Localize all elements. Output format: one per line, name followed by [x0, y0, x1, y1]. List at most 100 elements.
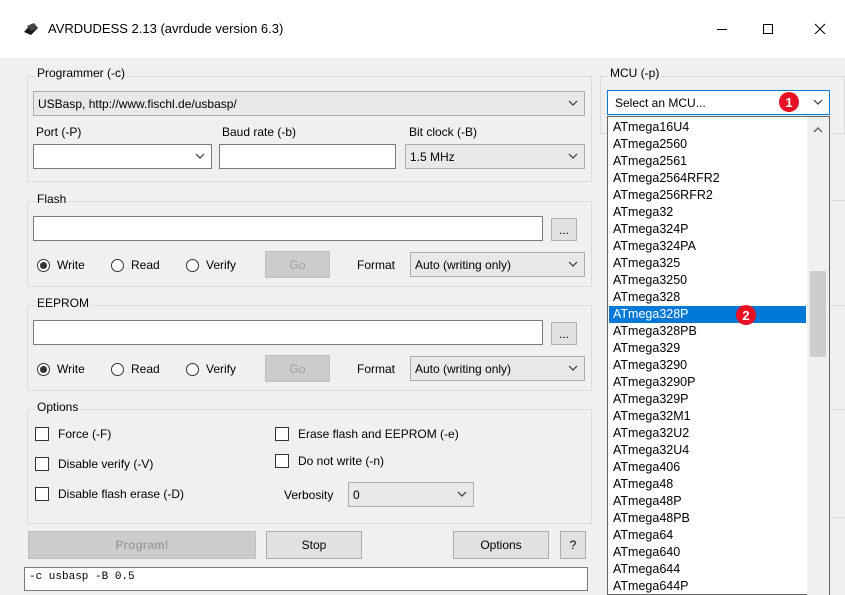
bit-clock-label: Bit clock (-B) [409, 125, 478, 139]
radio-unchecked-icon [186, 258, 199, 272]
mcu-list-item[interactable]: ATmega3290P [609, 374, 806, 391]
mcu-group-label: MCU (-p) [608, 66, 662, 80]
eeprom-go-button[interactable]: Go [265, 355, 330, 382]
eeprom-write-radio[interactable]: Write [37, 362, 85, 376]
background-group-edge [830, 305, 845, 306]
mcu-list-item[interactable]: ATmega32 [609, 204, 806, 221]
chevron-down-icon [813, 99, 823, 105]
programmer-select-value: USBasp, http://www.fischl.de/usbasp/ [38, 96, 237, 111]
help-button[interactable]: ? [560, 531, 586, 559]
eeprom-group-label: EEPROM [35, 296, 92, 310]
mcu-list-item[interactable]: ATmega329 [609, 340, 806, 357]
minimize-icon [717, 29, 727, 30]
verbosity-value: 0 [353, 487, 360, 502]
flash-verify-label: Verify [206, 258, 237, 272]
stop-button[interactable]: Stop [266, 531, 362, 559]
command-line-text[interactable]: -c usbasp -B 0.5 [24, 567, 588, 591]
flash-file-input[interactable] [33, 216, 543, 241]
mcu-list-item[interactable]: ATmega644P [609, 578, 806, 594]
chevron-down-icon [568, 153, 578, 159]
program-button[interactable]: Program! [28, 531, 256, 559]
minimize-button[interactable] [699, 14, 745, 44]
mcu-list-item[interactable]: ATmega328P [609, 306, 806, 323]
flash-format-label: Format [357, 258, 396, 272]
mcu-list-item[interactable]: ATmega644 [609, 561, 806, 578]
disable-verify-label: Disable verify (-V) [58, 457, 154, 471]
chevron-down-icon [568, 100, 578, 106]
mcu-list-item[interactable]: ATmega325 [609, 255, 806, 272]
eeprom-read-label: Read [131, 362, 160, 376]
mcu-dropdown-list[interactable]: ATmega16U4 ATmega2560 ATmega2561 ATmega2564… [607, 116, 830, 595]
eeprom-browse-button[interactable]: ... [551, 322, 577, 345]
force-checkbox[interactable]: Force (-F) [35, 427, 111, 441]
flash-write-radio[interactable]: Write [37, 258, 85, 272]
flash-group-label: Flash [35, 192, 69, 206]
erase-flash-eeprom-checkbox[interactable]: Erase flash and EEPROM (-e) [275, 427, 459, 441]
window-title: AVRDUDESS 2.13 (avrdude version 6.3) [48, 21, 284, 36]
eeprom-read-radio[interactable]: Read [111, 362, 160, 376]
mcu-list-item[interactable]: ATmega3250 [609, 272, 806, 289]
mcu-list-item[interactable]: ATmega406 [609, 459, 806, 476]
options-button[interactable]: Options [453, 531, 549, 559]
mcu-list-scrollbar[interactable] [807, 117, 829, 595]
flash-read-radio[interactable]: Read [111, 258, 160, 272]
chevron-down-icon [568, 261, 578, 267]
mcu-list-item[interactable]: ATmega64 [609, 527, 806, 544]
checkbox-unchecked-icon [275, 454, 289, 468]
close-button[interactable] [797, 14, 843, 44]
mcu-list-item[interactable]: ATmega48 [609, 476, 806, 493]
mcu-list-item[interactable]: ATmega32U2 [609, 425, 806, 442]
maximize-button[interactable] [745, 14, 791, 44]
eeprom-file-input[interactable] [33, 320, 543, 345]
mcu-list-item[interactable]: ATmega640 [609, 544, 806, 561]
mcu-list-item[interactable]: ATmega16U4 [609, 119, 806, 136]
mcu-list-item[interactable]: ATmega324PA [609, 238, 806, 255]
mcu-list-item[interactable]: ATmega32U4 [609, 442, 806, 459]
radio-checked-icon [37, 258, 50, 272]
flash-verify-radio[interactable]: Verify [186, 258, 236, 272]
eeprom-format-select[interactable]: Auto (writing only) [410, 356, 585, 381]
mcu-list-item[interactable]: ATmega32M1 [609, 408, 806, 425]
eeprom-write-label: Write [57, 362, 85, 376]
mcu-list-item[interactable]: ATmega329P [609, 391, 806, 408]
checkbox-unchecked-icon [275, 427, 289, 441]
verbosity-label: Verbosity [284, 488, 334, 502]
mcu-list-item[interactable]: ATmega2564RFR2 [609, 170, 806, 187]
mcu-list-item[interactable]: ATmega48P [609, 493, 806, 510]
radio-checked-icon [37, 362, 50, 376]
mcu-list-item[interactable]: ATmega324P [609, 221, 806, 238]
radio-unchecked-icon [111, 258, 124, 272]
radio-unchecked-icon [186, 362, 199, 376]
erase-flash-eeprom-label: Erase flash and EEPROM (-e) [298, 427, 459, 441]
eeprom-format-label: Format [357, 362, 396, 376]
checkbox-unchecked-icon [35, 487, 49, 501]
mcu-list-item[interactable]: ATmega328 [609, 289, 806, 306]
flash-browse-button[interactable]: ... [551, 218, 577, 241]
scroll-thumb[interactable] [810, 271, 826, 357]
mcu-list-item[interactable]: ATmega256RFR2 [609, 187, 806, 204]
baud-rate-input[interactable] [219, 144, 396, 169]
mcu-list-item[interactable]: ATmega48PB [609, 510, 806, 527]
do-not-write-checkbox[interactable]: Do not write (-n) [275, 454, 384, 468]
disable-flash-erase-checkbox[interactable]: Disable flash erase (-D) [35, 487, 184, 501]
force-label: Force (-F) [58, 427, 112, 441]
programmer-group-label: Programmer (-c) [35, 66, 128, 80]
mcu-list-item[interactable]: ATmega2561 [609, 153, 806, 170]
mcu-list-item[interactable]: ATmega328PB [609, 323, 806, 340]
disable-verify-checkbox[interactable]: Disable verify (-V) [35, 457, 153, 471]
flash-format-select[interactable]: Auto (writing only) [410, 252, 585, 277]
eeprom-verify-radio[interactable]: Verify [186, 362, 236, 376]
background-group-edge [830, 200, 845, 201]
port-select[interactable] [33, 144, 212, 169]
radio-unchecked-icon [111, 362, 124, 376]
close-icon [814, 23, 826, 35]
bit-clock-select[interactable]: 1.5 MHz [405, 144, 585, 169]
mcu-list-item[interactable]: ATmega2560 [609, 136, 806, 153]
scroll-up-arrow-icon[interactable] [813, 126, 823, 133]
verbosity-select[interactable]: 0 [348, 482, 474, 507]
mcu-list-item[interactable]: ATmega3290 [609, 357, 806, 374]
disable-flash-erase-label: Disable flash erase (-D) [58, 487, 185, 501]
chevron-down-icon [195, 153, 205, 159]
programmer-select[interactable]: USBasp, http://www.fischl.de/usbasp/ [33, 91, 585, 116]
flash-go-button[interactable]: Go [265, 251, 330, 278]
